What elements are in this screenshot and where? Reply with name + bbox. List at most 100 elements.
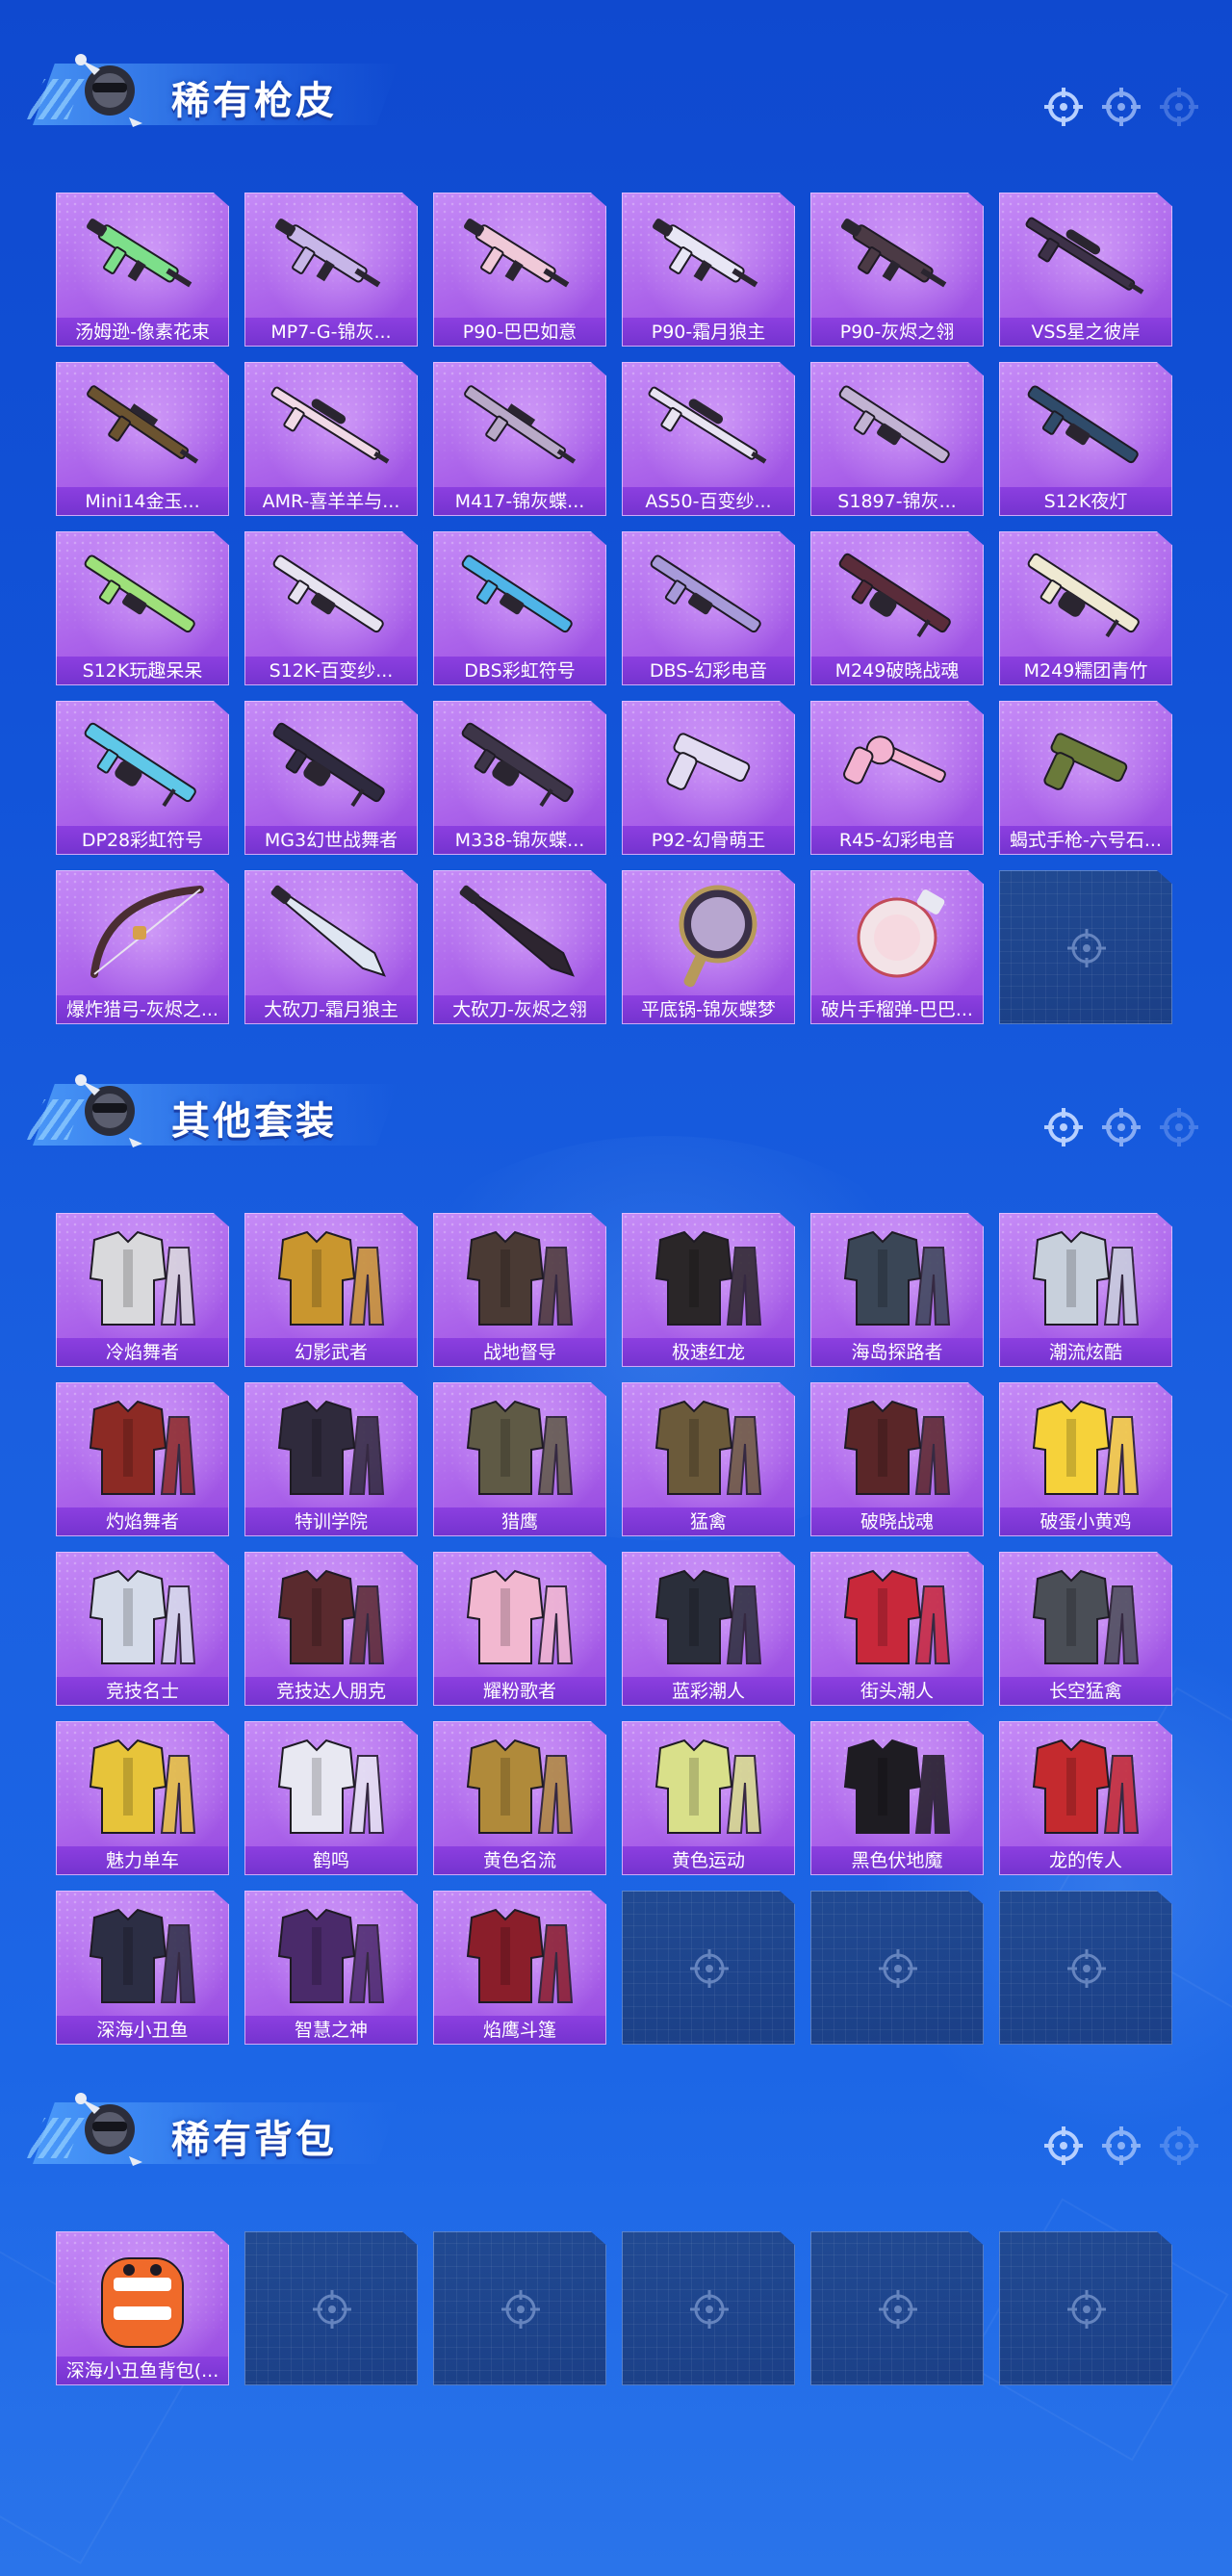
item-card[interactable]: 冷焰舞者 [56, 1213, 229, 1367]
item-card[interactable]: 鹤鸣 [244, 1721, 418, 1875]
item-card[interactable]: Mini14金玉... [56, 362, 229, 516]
item-card[interactable]: 黑色伏地魔 [810, 1721, 984, 1875]
item-label: 竞技达人朋克 [244, 1677, 418, 1706]
item-card[interactable]: P90-巴巴如意 [433, 193, 606, 347]
item-label: 海岛探路者 [810, 1338, 984, 1367]
item-card[interactable]: 潮流炫酷 [999, 1213, 1172, 1367]
item-card[interactable]: 深海小丑鱼背包(... [56, 2231, 229, 2385]
item-card[interactable]: M417-锦灰蝶... [433, 362, 606, 516]
item-card[interactable]: 猎鹰 [433, 1382, 606, 1536]
item-card[interactable]: 破晓战魂 [810, 1382, 984, 1536]
item-card[interactable]: S12K夜灯 [999, 362, 1172, 516]
mascot-icon [75, 1074, 142, 1147]
item-label: 灼焰舞者 [56, 1507, 229, 1536]
item-card[interactable]: M338-锦灰蝶... [433, 701, 606, 855]
outfit-icon [89, 1400, 196, 1495]
item-card[interactable]: P92-幻骨萌王 [622, 701, 795, 855]
empty-slot [999, 2231, 1172, 2385]
item-label: 猛禽 [622, 1507, 795, 1536]
item-label: MG3幻世战舞者 [244, 826, 418, 855]
item-card[interactable]: 街头潮人 [810, 1552, 984, 1706]
item-card[interactable]: AMR-喜羊羊与... [244, 362, 418, 516]
item-card[interactable]: 竞技名士 [56, 1552, 229, 1706]
item-card[interactable]: 幻影武者 [244, 1213, 418, 1367]
pistol-icon [666, 733, 751, 790]
item-card[interactable]: 爆炸猎弓-灰烬之... [56, 870, 229, 1024]
item-card[interactable]: 战地督导 [433, 1213, 606, 1367]
outfit-icon [654, 1569, 762, 1664]
item-card[interactable]: DBS-幻彩电音 [622, 531, 795, 685]
item-card[interactable]: 海岛探路者 [810, 1213, 984, 1367]
item-card[interactable]: P90-灰烬之翎 [810, 193, 984, 347]
item-label: 大砍刀-霜月狼主 [244, 995, 418, 1024]
item-label: 潮流炫酷 [999, 1338, 1172, 1367]
item-label: 大砍刀-灰烬之翎 [433, 995, 606, 1024]
item-card[interactable]: 猛禽 [622, 1382, 795, 1536]
item-card[interactable]: AS50-百变纱... [622, 362, 795, 516]
item-label: MP7-G-锦灰... [244, 318, 418, 347]
item-card[interactable]: 汤姆逊-像素花束 [56, 193, 229, 347]
item-card[interactable]: 大砍刀-霜月狼主 [244, 870, 418, 1024]
outfit-icon [466, 1908, 574, 2003]
item-card[interactable]: 黄色运动 [622, 1721, 795, 1875]
crosshair-icon [1160, 1108, 1198, 1146]
item-card[interactable]: 龙的传人 [999, 1721, 1172, 1875]
empty-slot-icon [879, 1949, 917, 1988]
item-label: 深海小丑鱼背包(... [56, 2357, 229, 2385]
lmg-icon [461, 722, 574, 808]
empty-slot-icon [1067, 1949, 1106, 1988]
empty-slot [810, 2231, 984, 2385]
crosshair-icon [1160, 88, 1198, 126]
item-card[interactable]: 智慧之神 [244, 1891, 418, 2045]
item-card[interactable]: 蓝彩潮人 [622, 1552, 795, 1706]
mascot-icon [75, 2093, 142, 2166]
item-card[interactable]: MG3幻世战舞者 [244, 701, 418, 855]
item-card[interactable]: 大砍刀-灰烬之翎 [433, 870, 606, 1024]
item-label: M249糯团青竹 [999, 657, 1172, 685]
item-card[interactable]: S12K-百变纱... [244, 531, 418, 685]
outfit-icon [1032, 1739, 1140, 1834]
item-card[interactable]: M249破晓战魂 [810, 531, 984, 685]
empty-slot [433, 2231, 606, 2385]
item-label: 破晓战魂 [810, 1507, 984, 1536]
item-label: 鹤鸣 [244, 1846, 418, 1875]
rifle-icon [464, 385, 577, 464]
outfit-icon [1032, 1569, 1140, 1664]
item-card[interactable]: 焰鹰斗篷 [433, 1891, 606, 2045]
item-label: 魅力单车 [56, 1846, 229, 1875]
item-card[interactable]: M249糯团青竹 [999, 531, 1172, 685]
item-card[interactable]: 耀粉歌者 [433, 1552, 606, 1706]
section-other-outfits: 其他套装 冷焰舞者 幻影武者 战地督导 极速红龙 海岛探路者 潮流炫酷 灼焰舞者 特训学院 猎鹰… [0, 1049, 1232, 2045]
item-card[interactable]: 特训学院 [244, 1382, 418, 1536]
item-label: 猎鹰 [433, 1507, 606, 1536]
empty-slot-icon [879, 2290, 917, 2329]
item-card[interactable]: 蝎式手枪-六号石... [999, 701, 1172, 855]
item-card[interactable]: 竞技达人朋克 [244, 1552, 418, 1706]
item-card[interactable]: S12K玩趣呆呆 [56, 531, 229, 685]
shotgun-icon [84, 554, 195, 633]
item-card[interactable]: 黄色名流 [433, 1721, 606, 1875]
item-card[interactable]: MP7-G-锦灰... [244, 193, 418, 347]
item-card[interactable]: 破蛋小黄鸡 [999, 1382, 1172, 1536]
item-label: 竞技名士 [56, 1677, 229, 1706]
item-card[interactable]: 深海小丑鱼 [56, 1891, 229, 2045]
item-card[interactable]: DP28彩虹符号 [56, 701, 229, 855]
item-card[interactable]: DBS彩虹符号 [433, 531, 606, 685]
item-card[interactable]: VSS星之彼岸 [999, 193, 1172, 347]
rifle-icon [87, 385, 199, 464]
item-label: 黄色名流 [433, 1846, 606, 1875]
item-card[interactable]: S1897-锦灰... [810, 362, 984, 516]
crosshair-icon [1102, 88, 1141, 126]
item-card[interactable]: 极速红龙 [622, 1213, 795, 1367]
item-card[interactable]: 长空猛禽 [999, 1552, 1172, 1706]
item-card[interactable]: 魅力单车 [56, 1721, 229, 1875]
bow-icon [90, 886, 204, 978]
empty-slot-icon [501, 2290, 540, 2329]
item-label: M417-锦灰蝶... [433, 487, 606, 516]
item-label: M338-锦灰蝶... [433, 826, 606, 855]
item-card[interactable]: P90-霜月狼主 [622, 193, 795, 347]
item-card[interactable]: R45-幻彩电音 [810, 701, 984, 855]
item-card[interactable]: 灼焰舞者 [56, 1382, 229, 1536]
item-card[interactable]: 破片手榴弹-巴巴... [810, 870, 984, 1024]
item-card[interactable]: 平底锅-锦灰蝶梦 [622, 870, 795, 1024]
